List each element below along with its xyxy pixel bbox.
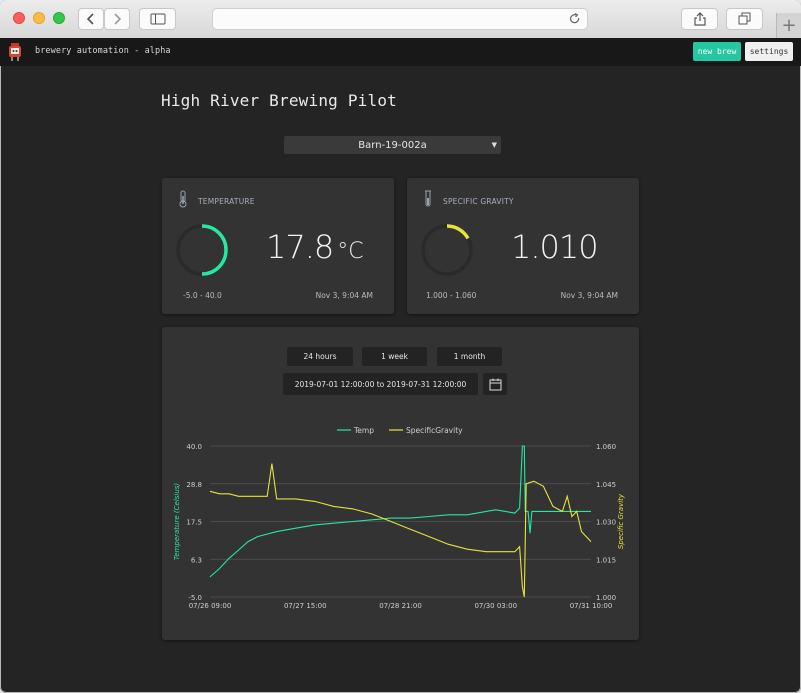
chevron-right-icon	[114, 13, 122, 25]
date-range-input[interactable]: 2019-07-01 12:00:00 to 2019-07-31 12:00:…	[283, 373, 478, 395]
back-button[interactable]	[78, 8, 104, 30]
batch-select[interactable]: Barn-19-002a ▼	[284, 136, 501, 154]
temperature-card: TEMPERATURE 17.8 °C -5.0 - 40.0 Nov 3, 9:…	[162, 178, 394, 314]
batch-select-value: Barn-19-002a	[358, 139, 427, 151]
chart-grid	[210, 445, 591, 598]
legend-label: SpecificGravity	[406, 426, 463, 435]
close-window-button[interactable]	[13, 12, 25, 24]
chart-ticks: 40.0 1.060 28.8 1.045 17.5 1.030 6.3 1.015 -5.0 1…	[173, 443, 625, 610]
share-icon	[693, 12, 706, 26]
calendar-button[interactable]	[483, 373, 507, 395]
sidebar-icon	[150, 13, 165, 25]
temperature-unit: °C	[337, 239, 364, 264]
chart-legend: Temp SpecificGravity	[337, 426, 463, 435]
sidebar-toggle-button[interactable]	[139, 8, 176, 30]
range-24-hours-button[interactable]: 24 hours	[287, 347, 353, 366]
minimize-window-button[interactable]	[33, 12, 45, 24]
browser-window: + brewery automation - alpha new brew se…	[0, 0, 801, 693]
gravity-value: 1.010	[511, 228, 599, 266]
share-button[interactable]	[681, 8, 718, 30]
calendar-icon	[489, 378, 501, 390]
history-chart: 40.0 1.060 28.8 1.045 17.5 1.030 6.3 1.015 -5.0 1…	[173, 426, 625, 610]
new-tab-button[interactable]: +	[776, 13, 801, 38]
gravity-timestamp: Nov 3, 9:04 AM	[560, 291, 618, 300]
y-right-tick: 1.045	[596, 481, 616, 489]
y-right-label: Specific Gravity	[617, 493, 625, 549]
y-right-tick: 1.015	[596, 556, 616, 564]
x-tick: 07/26 09:00	[189, 602, 232, 610]
address-bar[interactable]	[212, 8, 588, 30]
y-left-tick: -5.0	[188, 594, 202, 602]
gravity-gauge	[421, 224, 473, 276]
page-title: High River Brewing Pilot	[161, 91, 397, 110]
range-1-week-button[interactable]: 1 week	[362, 347, 427, 366]
tabs-overview-button[interactable]	[726, 8, 763, 30]
settings-button[interactable]: settings	[745, 42, 793, 61]
x-tick: 07/30 03:00	[474, 602, 517, 610]
temperature-range: -5.0 - 40.0	[183, 291, 222, 300]
new-brew-button[interactable]: new brew	[693, 42, 741, 61]
y-left-tick: 6.3	[191, 556, 202, 564]
series-line-temp	[209, 445, 591, 578]
chevron-left-icon	[86, 13, 94, 25]
y-left-tick: 28.8	[186, 481, 202, 489]
y-left-label: Temperature (Celsius)	[173, 483, 181, 561]
legend-label: Temp	[353, 426, 374, 435]
x-tick: 07/28 21:00	[379, 602, 422, 610]
temperature-timestamp: Nov 3, 9:04 AM	[315, 291, 373, 300]
y-left-tick: 17.5	[186, 519, 202, 527]
temperature-value-display: 17.8 °C	[266, 228, 364, 266]
y-right-tick: 1.000	[596, 594, 616, 602]
temperature-title: TEMPERATURE	[198, 197, 255, 206]
temperature-gauge	[176, 224, 228, 276]
test-tube-icon	[425, 190, 431, 207]
browser-toolbar: +	[0, 0, 801, 39]
y-right-tick: 1.030	[596, 519, 616, 527]
gravity-title: SPECIFIC GRAVITY	[443, 197, 514, 206]
gravity-card: SPECIFIC GRAVITY 1.010 1.000 - 1.060 Nov…	[407, 178, 639, 314]
tabs-icon	[738, 12, 750, 25]
brewery-logo-icon	[9, 43, 21, 61]
app-header: brewery automation - alpha	[0, 38, 801, 66]
range-1-month-button[interactable]: 1 month	[437, 347, 502, 366]
temperature-value: 17.8	[266, 228, 334, 266]
caret-down-icon: ▼	[491, 141, 497, 149]
zoom-window-button[interactable]	[53, 12, 65, 24]
y-left-tick: 40.0	[186, 443, 202, 451]
reload-icon[interactable]	[569, 13, 581, 25]
gravity-range: 1.000 - 1.060	[426, 291, 477, 300]
forward-button[interactable]	[104, 8, 130, 30]
x-tick: 07/27 15:00	[284, 602, 327, 610]
thermometer-icon	[179, 190, 187, 208]
y-right-tick: 1.060	[596, 443, 616, 451]
app-title: brewery automation - alpha	[35, 46, 171, 56]
x-tick: 07/31 10:00	[570, 602, 613, 610]
